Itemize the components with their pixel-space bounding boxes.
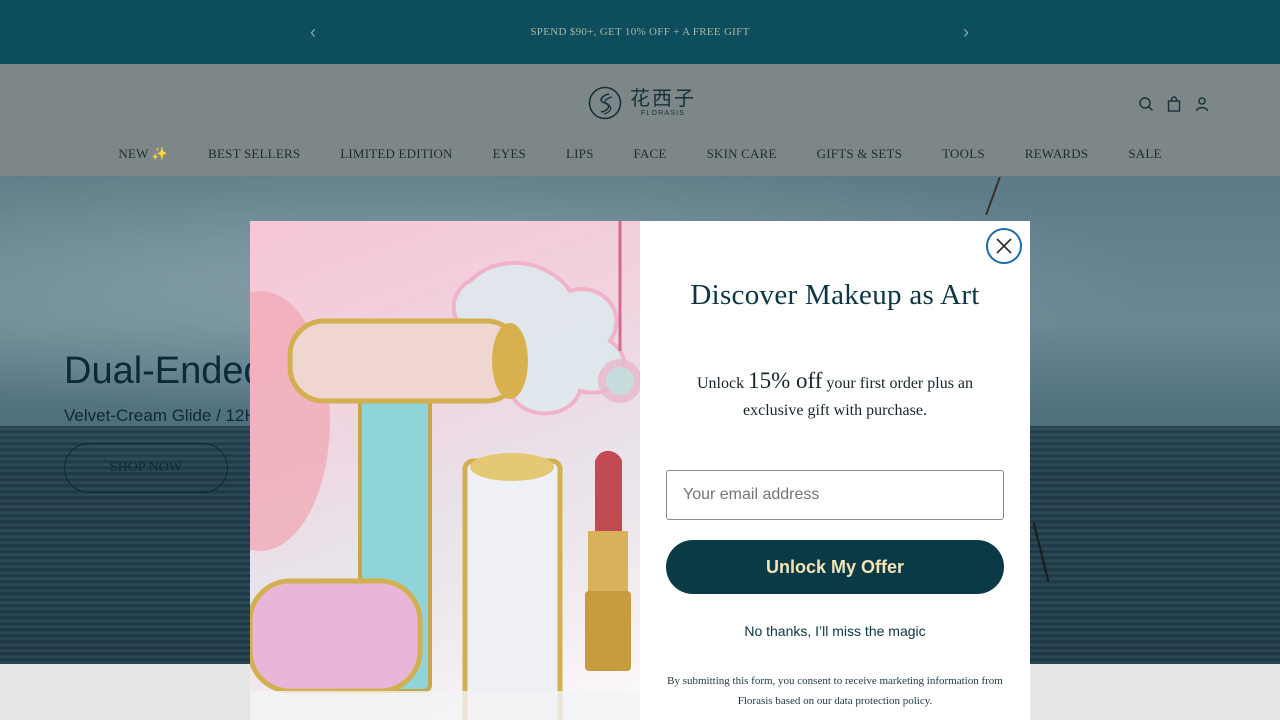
chevron-left-icon[interactable]: ‹ [304,22,322,42]
offer-prefix: Unlock [696,375,749,392]
nav-item-sale[interactable]: SALE [1108,146,1181,162]
page: ‹ SPEND $90+, GET 10% OFF + A FREE GIFT … [0,0,1280,720]
chevron-right-icon[interactable]: › [957,22,975,42]
hero-subtitle: Velvet-Cream Glide / 12H [64,406,257,425]
nav-item-skin-care[interactable]: SKIN CARE [687,146,797,162]
main-nav: NEW ✨ BEST SELLERS LIMITED EDITION EYES … [0,146,1280,162]
account-icon[interactable] [1194,96,1210,112]
nav-item-eyes[interactable]: EYES [473,146,546,162]
nav-item-limited-edition[interactable]: LIMITED EDITION [320,146,472,162]
logo-chinese-text: 花西子 [630,86,696,110]
shop-now-button[interactable]: SHOP NOW [64,443,228,493]
bag-icon[interactable] [1166,96,1182,112]
logo-mark-icon [588,86,622,120]
logo[interactable]: 花西子 FLORASIS [588,86,696,120]
newsletter-modal: Discover Makeup as Art Unlock 15% off yo… [250,221,1030,720]
offer-highlight: 15% off [748,368,823,393]
logo-english-text: FLORASIS [640,110,686,117]
nav-item-tools[interactable]: TOOLS [922,146,1005,162]
nav-item-face[interactable]: FACE [614,146,687,162]
close-icon [996,238,1012,254]
nav-item-rewards[interactable]: REWARDS [1005,146,1109,162]
announcement-text: SPEND $90+, GET 10% OFF + A FREE GIFT [530,26,750,38]
nav-item-new[interactable]: NEW ✨ [98,146,188,162]
hero-title: Dual-Ended [64,350,265,392]
product-illustration [250,221,640,720]
consent-disclaimer: By submitting this form, you consent to … [667,675,1003,707]
modal-product-image [250,221,640,720]
announcement-bar: ‹ SPEND $90+, GET 10% OFF + A FREE GIFT … [0,0,1280,64]
header-icons [1138,96,1210,112]
site-header: 花西子 FLORASIS NEW ✨ BEST SELLERS LIMITED … [0,64,1280,176]
nav-item-lips[interactable]: LIPS [546,146,614,162]
unlock-offer-button[interactable]: Unlock My Offer [666,540,1004,594]
nav-item-best-sellers[interactable]: BEST SELLERS [188,146,320,162]
modal-content: Discover Makeup as Art Unlock 15% off yo… [640,221,1030,720]
email-field[interactable] [666,470,1004,520]
modal-title: Discover Makeup as Art [690,279,980,311]
search-icon[interactable] [1138,96,1154,112]
decline-link[interactable]: No thanks, I’ll miss the magic [640,623,1030,639]
close-button[interactable] [986,228,1022,264]
nav-item-gifts-sets[interactable]: GIFTS & SETS [797,146,922,162]
offer-text: Unlock 15% off your first order plus an … [670,367,1000,424]
